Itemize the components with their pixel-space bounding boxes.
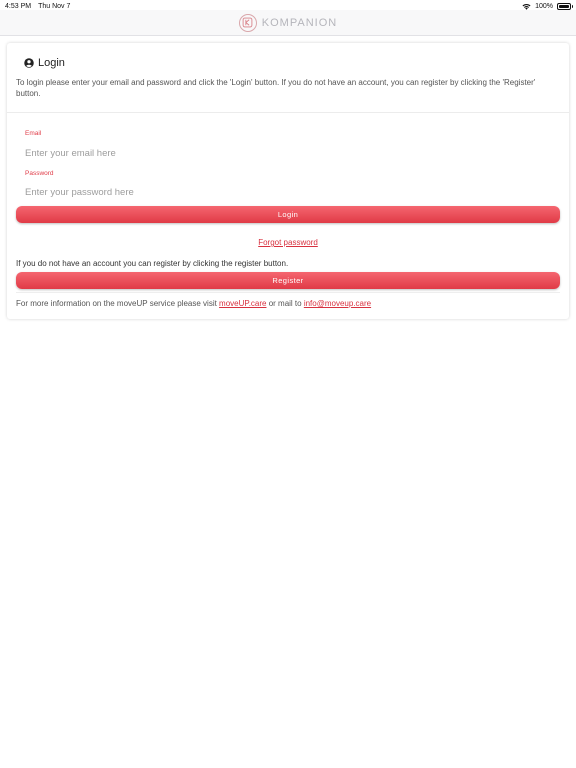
password-field[interactable]: [16, 182, 560, 202]
forgot-password-link[interactable]: Forgot password: [258, 238, 318, 247]
password-label: Password: [25, 170, 54, 177]
battery-icon: [557, 2, 573, 10]
battery-percentage: 100%: [535, 2, 553, 10]
register-button[interactable]: Register: [16, 272, 560, 289]
login-title: Login: [24, 57, 65, 69]
kompanion-logo-icon: [238, 13, 257, 32]
status-right: 100%: [522, 2, 573, 10]
forgot-password-container: Forgot password: [7, 238, 569, 247]
brand: KOMPANION: [238, 13, 338, 32]
email-label: Email: [25, 130, 42, 137]
login-intro: To login please enter your email and pas…: [16, 78, 536, 98]
app-header: KOMPANION: [0, 10, 576, 36]
login-card: Login To login please enter your email a…: [7, 43, 569, 319]
register-hint: If you do not have an account you can re…: [16, 259, 289, 268]
user-circle-icon: [24, 58, 34, 68]
footer-divider: [16, 292, 560, 293]
moveup-site-link[interactable]: moveUP.care: [219, 299, 266, 308]
email-field[interactable]: [16, 143, 560, 163]
footer-prefix: For more information on the moveUP servi…: [16, 299, 220, 308]
battery-fill: [559, 4, 569, 8]
login-button[interactable]: Login: [16, 206, 560, 223]
status-time: 4:53 PM: [5, 2, 32, 10]
wifi-icon: [522, 3, 531, 10]
login-title-text: Login: [38, 57, 65, 69]
footer-info: For more information on the moveUP servi…: [16, 299, 371, 308]
status-date: Thu Nov 7: [38, 2, 71, 10]
brand-name: KOMPANION: [261, 16, 338, 29]
intro-divider: [7, 112, 569, 113]
moveup-mail-link[interactable]: info@moveup.care: [304, 299, 371, 308]
footer-middle: or mail to: [266, 299, 304, 308]
status-left: 4:53 PM Thu Nov 7: [5, 3, 70, 10]
